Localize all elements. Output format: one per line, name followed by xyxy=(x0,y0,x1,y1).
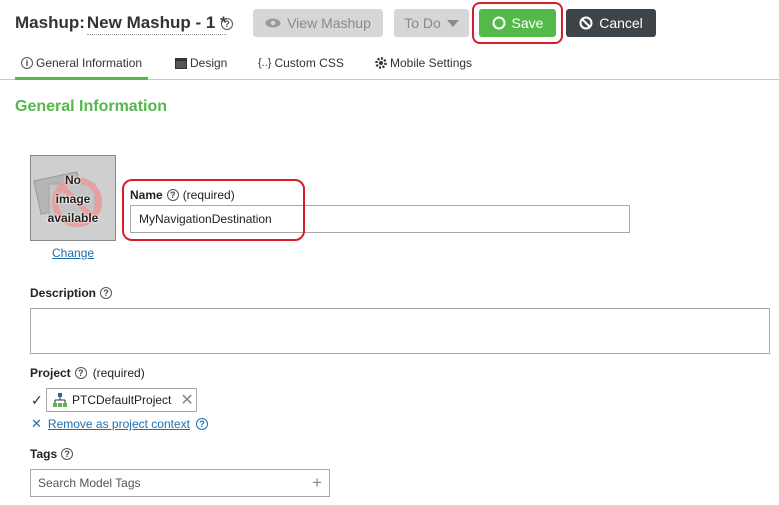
tab-label: Mobile Settings xyxy=(390,56,473,70)
mashup-image-placeholder: No image available xyxy=(30,155,116,241)
help-icon[interactable]: ? xyxy=(100,287,113,299)
gear-icon xyxy=(375,57,387,69)
tab-label: Design xyxy=(190,56,228,70)
tab-design[interactable]: Design xyxy=(175,54,227,72)
description-label: Description ? xyxy=(30,286,113,300)
project-chip[interactable]: PTCDefaultProject ✕ xyxy=(46,388,197,412)
todo-label: To Do xyxy=(404,15,441,31)
page-title: Mashup: New Mashup - 1 * xyxy=(15,13,227,35)
tab-general-information[interactable]: i General Information xyxy=(21,54,142,72)
change-image-link[interactable]: Change xyxy=(52,246,94,260)
remove-project-context-link[interactable]: Remove as project context xyxy=(48,417,190,431)
check-icon: ✓ xyxy=(31,392,43,408)
help-icon[interactable]: ? xyxy=(61,448,74,460)
view-mashup-label: View Mashup xyxy=(287,15,371,31)
braces-icon: {..} xyxy=(258,57,272,69)
project-label: Project ? (required) xyxy=(30,366,145,380)
remove-project-context: ✕ Remove as project context ? xyxy=(31,416,208,432)
tags-placeholder: Search Model Tags xyxy=(38,476,141,490)
no-image-text: No image available xyxy=(47,173,99,225)
required-text: (required) xyxy=(92,366,145,380)
help-icon[interactable]: ? xyxy=(221,18,233,30)
tab-label: General Information xyxy=(36,56,143,70)
help-icon[interactable]: ? xyxy=(195,418,208,430)
add-tag-icon[interactable]: + xyxy=(312,473,322,493)
design-icon xyxy=(175,57,187,69)
prohibited-icon xyxy=(579,16,593,30)
hierarchy-icon xyxy=(53,393,67,407)
caret-down-icon xyxy=(446,19,459,27)
tags-search-input[interactable]: Search Model Tags + xyxy=(30,469,330,497)
x-icon: ✕ xyxy=(31,416,42,431)
tab-custom-css[interactable]: {..} Custom CSS xyxy=(258,54,344,72)
todo-dropdown-button[interactable]: To Do xyxy=(394,9,469,37)
cancel-button[interactable]: Cancel xyxy=(566,9,656,37)
help-icon[interactable]: ? xyxy=(74,367,87,379)
info-icon: i xyxy=(21,57,33,69)
cancel-label: Cancel xyxy=(599,15,643,31)
tab-label: Custom CSS xyxy=(274,56,344,70)
description-input[interactable] xyxy=(30,308,770,354)
active-tab-indicator xyxy=(15,77,148,80)
section-title: General Information xyxy=(15,98,168,115)
highlight-annotation xyxy=(122,179,305,241)
project-value: PTCDefaultProject xyxy=(72,393,172,407)
mashup-name[interactable]: New Mashup - 1 * xyxy=(86,13,227,35)
title-label: Mashup: xyxy=(15,13,85,32)
highlight-annotation xyxy=(472,2,563,44)
tab-bar: i General Information Design {..} Custom… xyxy=(0,50,779,80)
remove-chip-icon[interactable]: ✕ xyxy=(180,390,193,410)
view-mashup-button[interactable]: View Mashup xyxy=(253,9,383,37)
eye-icon xyxy=(265,18,281,28)
tab-mobile-settings[interactable]: Mobile Settings xyxy=(375,54,472,72)
tags-label: Tags ? xyxy=(30,447,74,461)
